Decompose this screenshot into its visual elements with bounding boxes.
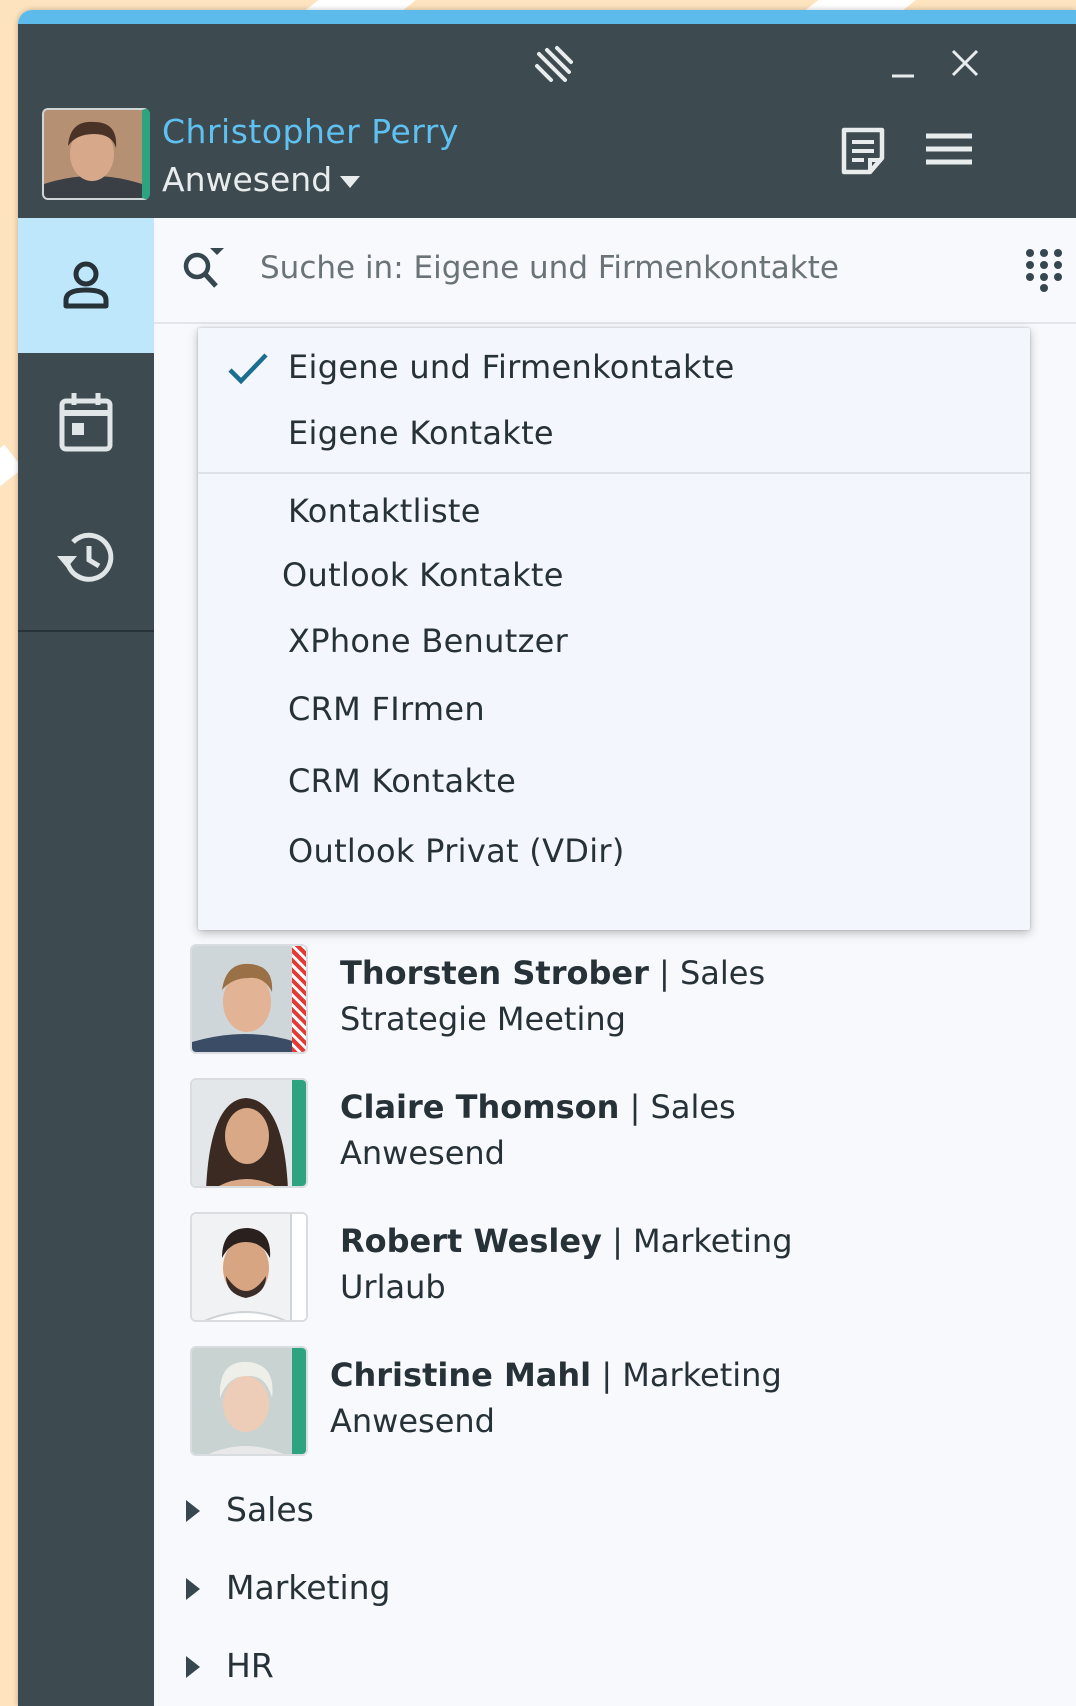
nav-history[interactable] xyxy=(18,490,154,625)
search-filter-icon[interactable] xyxy=(180,244,226,290)
group-sales[interactable]: Sales xyxy=(178,1482,778,1542)
dropdown-item-eigene-und-firmenkontakte[interactable]: Eigene und Firmenkontakte xyxy=(198,336,1030,398)
contact-item[interactable]: Thorsten Strober | Sales Strategie Meeti… xyxy=(190,944,1070,1064)
search-scope-dropdown: Eigene und Firmenkontakte Eigene Kontakt… xyxy=(198,328,1030,930)
contact-title: Claire Thomson | Sales xyxy=(340,1088,736,1126)
contact-avatar xyxy=(190,944,308,1054)
contact-name: Claire Thomson xyxy=(340,1088,620,1126)
group-label: Marketing xyxy=(226,1568,391,1607)
check-icon xyxy=(228,353,268,385)
user-avatar[interactable] xyxy=(42,108,150,200)
person-icon xyxy=(63,261,109,308)
close-button[interactable] xyxy=(948,46,982,80)
contact-department: Marketing xyxy=(633,1222,793,1260)
separator: | xyxy=(648,954,680,992)
contact-department: Sales xyxy=(679,954,766,992)
contact-name: Thorsten Strober xyxy=(340,954,649,992)
contact-item[interactable]: Christine Mahl | Marketing Anwesend xyxy=(190,1346,1070,1466)
contact-status: Anwesend xyxy=(330,1402,495,1440)
xphone-app-window: Christopher Perry Anwesend Suche in: Eig… xyxy=(18,10,1076,1706)
caret-right-icon xyxy=(186,1500,200,1522)
dropdown-item-label: Outlook Kontakte xyxy=(282,556,564,594)
contact-avatar xyxy=(190,1346,308,1456)
status-indicator xyxy=(292,946,306,1052)
separator: | xyxy=(619,1088,651,1126)
caret-right-icon xyxy=(186,1578,200,1600)
dropdown-item-xphone-benutzer[interactable]: XPhone Benutzer xyxy=(198,610,1030,672)
dropdown-item-crm-kontakte[interactable]: CRM Kontakte xyxy=(198,750,1030,812)
minimize-icon xyxy=(892,74,914,78)
dropdown-item-eigene-kontakte[interactable]: Eigene Kontakte xyxy=(198,402,1030,464)
search-input[interactable] xyxy=(260,242,980,294)
user-photo xyxy=(44,110,142,198)
dropdown-item-kontaktliste[interactable]: Kontaktliste xyxy=(198,480,1030,542)
contact-avatar xyxy=(190,1078,308,1188)
separator: | xyxy=(591,1356,623,1394)
contact-name: Robert Wesley xyxy=(340,1222,602,1260)
contact-title: Christine Mahl | Marketing xyxy=(330,1356,782,1394)
dropdown-divider xyxy=(198,472,1030,474)
dropdown-item-label: Eigene Kontakte xyxy=(288,414,554,452)
nav-contacts[interactable] xyxy=(18,218,154,353)
contact-photo xyxy=(192,1348,306,1454)
contact-status: Urlaub xyxy=(340,1268,446,1306)
dropdown-item-label: Kontaktliste xyxy=(288,492,481,530)
app-logo-icon xyxy=(535,46,573,82)
contact-status: Anwesend xyxy=(340,1134,505,1172)
sidebar-divider xyxy=(18,630,154,632)
contact-status: Strategie Meeting xyxy=(340,1000,626,1038)
nav-calendar[interactable] xyxy=(18,354,154,489)
status-indicator xyxy=(292,1348,306,1454)
dropdown-item-label: Eigene und Firmenkontakte xyxy=(288,348,735,386)
notes-button[interactable] xyxy=(836,124,890,178)
main-menu-button[interactable] xyxy=(922,124,976,178)
contact-department: Sales xyxy=(650,1088,736,1126)
group-label: HR xyxy=(226,1646,274,1685)
notes-icon xyxy=(841,127,885,175)
dropdown-item-label: XPhone Benutzer xyxy=(288,622,569,660)
search-bar xyxy=(154,218,1076,324)
separator: | xyxy=(601,1222,634,1260)
group-label: Sales xyxy=(226,1490,314,1529)
contact-title: Robert Wesley | Marketing xyxy=(340,1222,793,1260)
contact-photo xyxy=(192,1080,306,1186)
dropdown-item-outlook-kontakte[interactable]: Outlook Kontakte xyxy=(198,544,1030,606)
dropdown-item-label: CRM Kontakte xyxy=(288,762,517,800)
group-hr[interactable]: HR xyxy=(178,1638,778,1698)
dropdown-item-crm-firmen[interactable]: CRM FIrmen xyxy=(198,678,1030,740)
contact-item[interactable]: Robert Wesley | Marketing Urlaub xyxy=(190,1212,1070,1332)
dropdown-item-outlook-privat[interactable]: Outlook Privat (VDir) xyxy=(198,820,1030,882)
hamburger-menu-icon xyxy=(926,133,972,165)
user-name: Christopher Perry xyxy=(162,112,459,151)
contact-name: Christine Mahl xyxy=(330,1356,592,1394)
contact-photo xyxy=(192,946,306,1052)
group-marketing[interactable]: Marketing xyxy=(178,1560,778,1620)
minimize-button[interactable] xyxy=(886,50,920,84)
dropdown-item-label: CRM FIrmen xyxy=(288,690,485,728)
header: Christopher Perry Anwesend xyxy=(18,24,1076,218)
calendar-icon xyxy=(59,392,113,451)
close-icon xyxy=(951,49,979,77)
user-status-dropdown[interactable]: Anwesend xyxy=(162,160,332,199)
status-indicator xyxy=(292,1080,306,1186)
sidebar xyxy=(18,218,154,1706)
contact-avatar xyxy=(190,1212,308,1322)
status-indicator xyxy=(290,1214,306,1320)
contact-item[interactable]: Claire Thomson | Sales Anwesend xyxy=(190,1078,1070,1198)
history-icon xyxy=(57,532,114,582)
window-accent-bar xyxy=(18,10,1076,24)
contact-title: Thorsten Strober | Sales xyxy=(340,954,765,992)
dialpad-icon[interactable] xyxy=(1024,248,1064,292)
contact-department: Marketing xyxy=(622,1356,782,1394)
caret-right-icon xyxy=(186,1656,200,1678)
dropdown-item-label: Outlook Privat (VDir) xyxy=(288,832,625,870)
chevron-down-icon[interactable] xyxy=(340,176,360,188)
